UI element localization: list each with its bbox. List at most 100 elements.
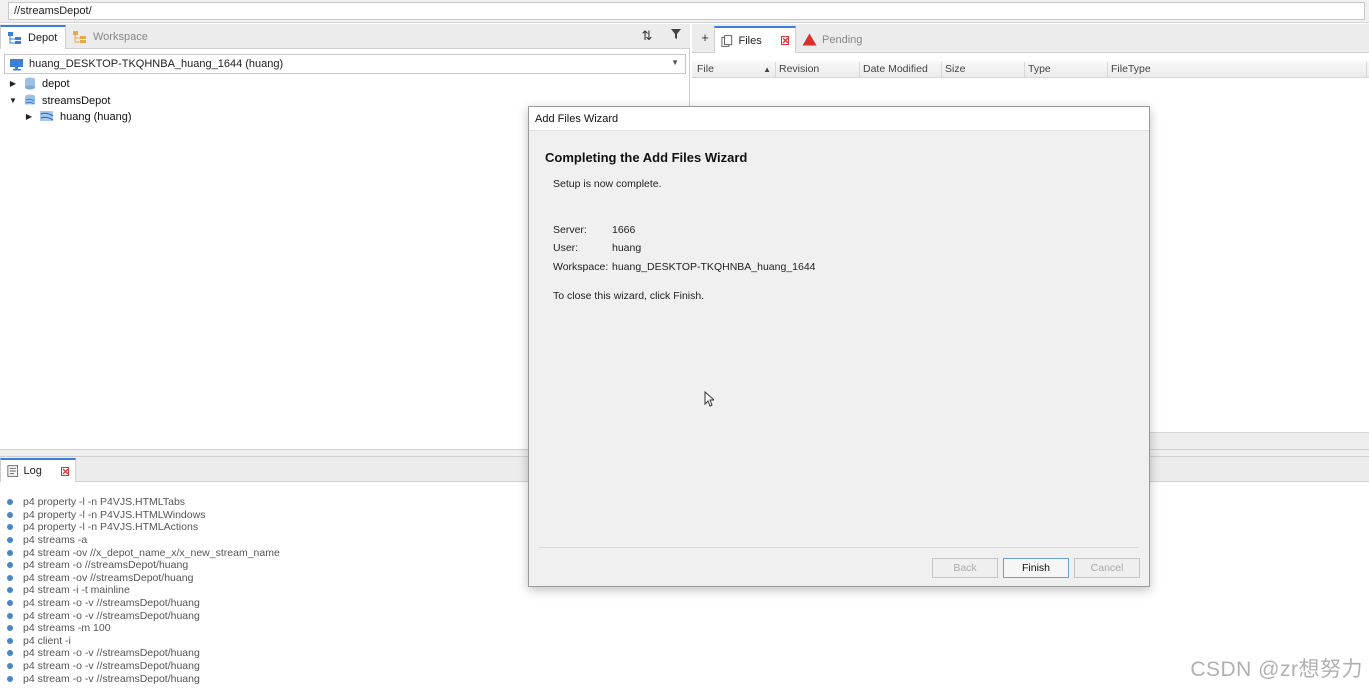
depot-tab-icon	[8, 32, 21, 44]
stream-icon	[40, 111, 54, 121]
close-icon[interactable]	[60, 466, 69, 476]
depot-db-icon	[25, 77, 35, 90]
close-hint-text: To close this wizard, click Finish.	[553, 290, 705, 302]
server-value: 1666	[612, 224, 636, 236]
log-line-text: p4 stream -o -v //streamsDepot/huang	[23, 672, 200, 685]
chevron-down-icon[interactable]: ▼	[671, 58, 679, 67]
log-line-text: p4 stream -o //streamsDepot/huang	[23, 559, 189, 572]
user-value: huang	[612, 242, 642, 254]
finish-button[interactable]: Finish	[1003, 558, 1069, 578]
close-icon[interactable]	[780, 36, 789, 45]
log-line: p4 streams -m 100	[7, 622, 111, 635]
workspace-select[interactable]: huang_DESKTOP-TKQHNBA_huang_1644 (huang)…	[4, 54, 686, 74]
tree-item-label: streamsDepot	[42, 94, 111, 107]
column-header-file[interactable]: File ▲	[694, 62, 776, 77]
log-line: p4 stream -i -t mainline	[7, 584, 130, 597]
log-line-text: p4 stream -i -t mainline	[23, 584, 130, 597]
watermark: CSDN @zr想努力	[1190, 658, 1363, 681]
log-line-text: p4 stream -o -v //streamsDepot/huang	[23, 609, 200, 622]
column-header-date-modified[interactable]: Date Modified	[860, 62, 942, 77]
workspace-computer-icon	[10, 58, 23, 70]
wizard-heading: Completing the Add Files Wizard	[545, 150, 748, 165]
log-line: p4 property -l -n P4VJS.HTMLTabs	[7, 496, 185, 509]
workspace-label: Workspace:	[553, 261, 609, 273]
mouse-cursor-icon	[704, 391, 714, 407]
column-header-type[interactable]: Type	[1025, 62, 1108, 77]
workspace-tab-icon	[73, 31, 86, 43]
workspace-select-value: huang_DESKTOP-TKQHNBA_huang_1644 (huang)	[29, 58, 284, 70]
cancel-button[interactable]: Cancel	[1074, 558, 1140, 578]
log-info-icon	[7, 587, 13, 594]
left-tabstrip: Depot Workspace ⇅	[0, 24, 690, 49]
log-line-text: p4 stream -ov //streamsDepot/huang	[23, 571, 194, 584]
log-line-text: p4 property -l -n P4VJS.HTMLTabs	[23, 496, 186, 509]
tab-depot[interactable]: Depot	[0, 25, 66, 49]
right-tabstrip: + Files Pending	[692, 24, 1369, 53]
tab-files[interactable]: Files	[714, 26, 796, 53]
tree-item-depot[interactable]: ▶ depot	[8, 75, 70, 92]
log-info-icon	[7, 499, 13, 506]
column-header-filetype[interactable]: FileType	[1108, 62, 1367, 77]
log-line-text: p4 stream -o -v //streamsDepot/huang	[23, 597, 200, 610]
log-info-icon	[7, 612, 13, 619]
log-info-icon	[7, 562, 13, 569]
sort-asc-icon: ▲	[763, 65, 771, 74]
tree-item-label: depot	[42, 77, 70, 90]
path-input[interactable]: //streamsDepot/	[8, 2, 1365, 20]
expand-arrow-icon[interactable]: ▶	[24, 112, 34, 121]
log-line: p4 stream -o -v //streamsDepot/huang	[7, 597, 200, 610]
log-line-text: p4 client -i	[23, 634, 71, 647]
stream-depot-icon	[25, 94, 35, 105]
log-line-text: p4 streams -m 100	[23, 622, 111, 635]
server-label: Server:	[553, 224, 587, 236]
log-line: p4 property -l -n P4VJS.HTMLActions	[7, 521, 198, 534]
tab-depot-label: Depot	[28, 32, 58, 44]
log-line: p4 streams -a	[7, 534, 87, 547]
log-line: p4 client -i	[7, 635, 71, 648]
log-line: p4 stream -o -v //streamsDepot/huang	[7, 609, 200, 622]
setup-complete-text: Setup is now complete.	[553, 178, 662, 190]
user-label: User:	[553, 242, 579, 254]
pending-warning-icon	[802, 33, 817, 46]
filter-icon[interactable]	[667, 28, 685, 44]
log-icon	[7, 465, 19, 477]
tab-files-label: Files	[738, 34, 762, 47]
tab-pending-label: Pending	[822, 33, 863, 46]
back-button[interactable]: Back	[932, 558, 998, 578]
column-header-revision[interactable]: Revision	[776, 62, 860, 77]
log-info-icon	[7, 511, 13, 518]
column-header-size[interactable]: Size	[942, 62, 1025, 77]
log-line-text: p4 property -l -n P4VJS.HTMLActions	[23, 521, 199, 534]
tab-pending[interactable]: Pending	[796, 26, 868, 53]
tab-workspace-label: Workspace	[93, 31, 148, 43]
sort-icon[interactable]: ⇅	[638, 28, 656, 44]
log-line-text: p4 property -l -n P4VJS.HTMLWindows	[23, 508, 206, 521]
collapse-arrow-icon[interactable]: ▼	[8, 96, 18, 105]
log-line-text: p4 stream -o -v //streamsDepot/huang	[23, 647, 200, 660]
workspace-value: huang_DESKTOP-TKQHNBA_huang_1644	[612, 261, 816, 273]
add-files-wizard-dialog: Add Files Wizard Completing the Add File…	[528, 106, 1150, 587]
expand-arrow-icon[interactable]: ▶	[8, 79, 18, 88]
tab-log-label: Log	[23, 465, 42, 477]
log-info-icon	[7, 637, 13, 644]
log-line: p4 stream -o //streamsDepot/huang	[7, 559, 188, 572]
log-info-icon	[7, 650, 13, 657]
log-line: p4 stream -ov //x_depot_name_x/x_new_str…	[7, 546, 280, 559]
log-info-icon	[7, 524, 13, 531]
log-line-text: p4 stream -ov //x_depot_name_x/x_new_str…	[23, 546, 280, 559]
log-info-icon	[7, 675, 13, 682]
log-info-icon	[7, 663, 13, 670]
log-info-icon	[7, 549, 13, 556]
dialog-title: Add Files Wizard	[529, 107, 1149, 131]
tree-item-huang-stream[interactable]: ▶ huang (huang)	[24, 108, 132, 125]
log-info-icon	[7, 625, 13, 632]
log-info-icon	[7, 574, 13, 581]
log-line: p4 property -l -n P4VJS.HTMLWindows	[7, 509, 205, 522]
tab-log[interactable]: Log	[0, 458, 76, 482]
tree-item-streamsdepot[interactable]: ▼ streamsDepot	[8, 92, 110, 109]
tab-workspace[interactable]: Workspace	[66, 25, 154, 49]
dialog-separator	[539, 547, 1139, 548]
log-line: p4 stream -o -v //streamsDepot/huang	[7, 647, 200, 660]
address-bar: //streamsDepot/	[0, 0, 1369, 23]
add-tab-icon[interactable]: +	[696, 30, 714, 46]
